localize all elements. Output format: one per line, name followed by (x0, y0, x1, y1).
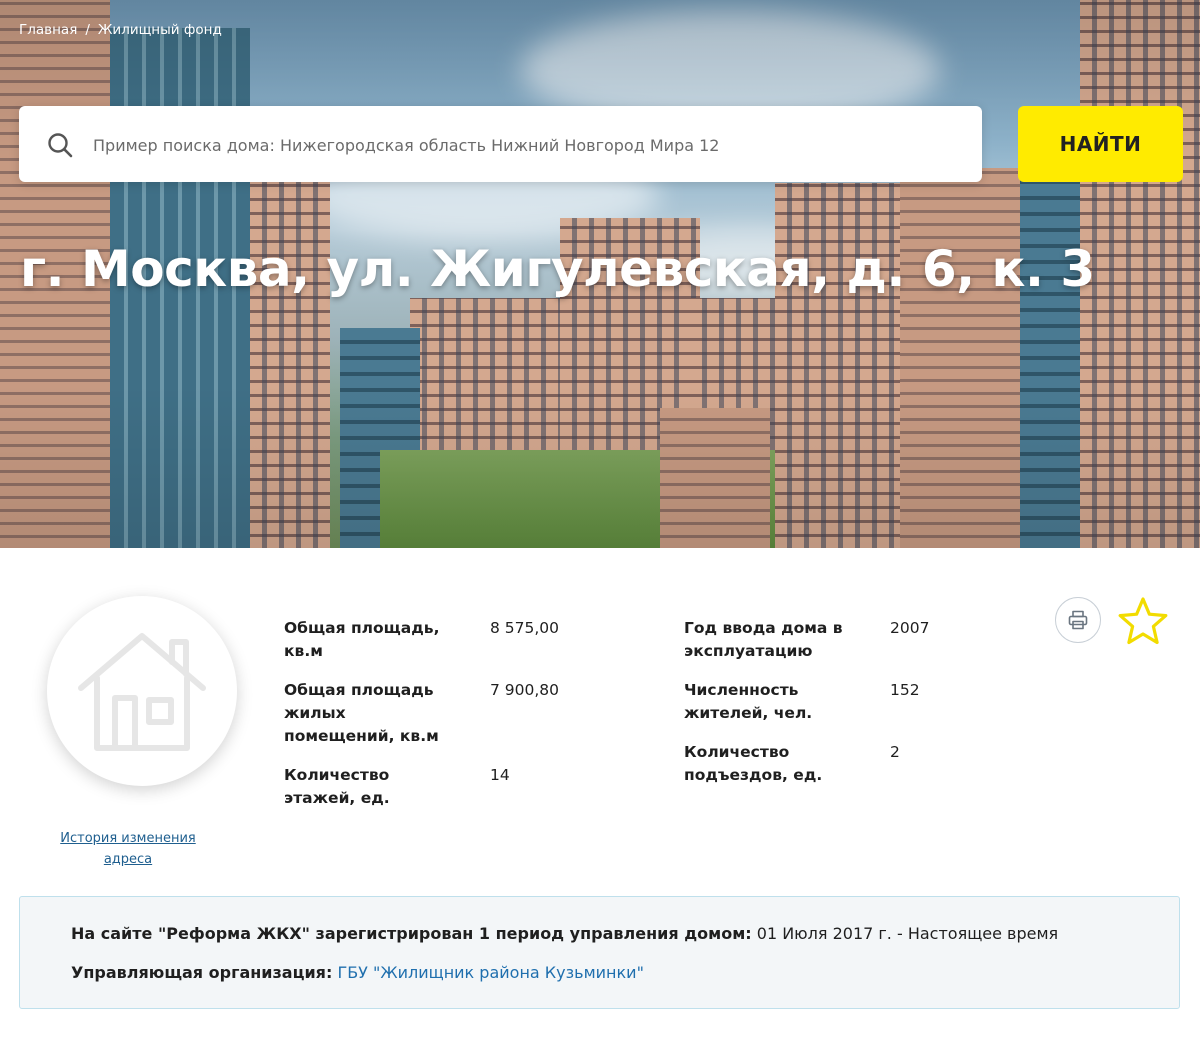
search-input[interactable] (91, 126, 955, 164)
management-period-label: На сайте "Реформа ЖКХ" зарегистрирован 1… (71, 924, 752, 943)
breadcrumb-current-link[interactable]: Жилищный фонд (98, 22, 222, 38)
management-period-value: 01 Июля 2017 г. - Настоящее время (756, 924, 1059, 943)
stat-floors-value: 14 (490, 766, 510, 784)
stat-residents-label: Численность жителей, чел. (684, 681, 813, 722)
stat-total-area-label: Общая площадь, кв.м (284, 619, 440, 660)
address-history-link[interactable]: История изменения адреса (40, 828, 216, 870)
house-icon (78, 633, 206, 751)
stat-year-label: Год ввода дома в эксплуатацию (684, 619, 843, 660)
page-title: г. Москва, ул. Жигулевская, д. 6, к. 3 (20, 240, 1095, 298)
house-photo-placeholder (47, 596, 237, 786)
printer-icon (1068, 610, 1088, 630)
management-org-label: Управляющая организация: (71, 963, 333, 982)
stat-year-value: 2007 (890, 619, 930, 637)
management-org-line: Управляющая организация: ГБУ "Жилищник р… (71, 963, 644, 982)
search-icon (48, 133, 73, 158)
stat-entrances-label: Количество подъездов, ед. (684, 743, 823, 784)
breadcrumb-home-link[interactable]: Главная (19, 22, 77, 38)
star-icon[interactable] (1117, 596, 1169, 646)
stat-living-area-value: 7 900,80 (490, 681, 560, 699)
stat-residents-value: 152 (890, 681, 920, 699)
print-button[interactable] (1055, 597, 1101, 643)
stat-living-area-label: Общая площадь жилых помещений, кв.м (284, 681, 439, 745)
search-box (19, 106, 982, 182)
stat-entrances-value: 2 (890, 743, 900, 761)
stat-floors-label: Количество этажей, ед. (284, 766, 390, 807)
management-notice: На сайте "Реформа ЖКХ" зарегистрирован 1… (19, 896, 1180, 1009)
breadcrumb: Главная / Жилищный фонд (19, 22, 222, 38)
find-button[interactable]: НАЙТИ (1018, 106, 1183, 182)
breadcrumb-separator: / (85, 22, 90, 38)
stat-total-area-value: 8 575,00 (490, 619, 560, 637)
management-org-link[interactable]: ГБУ "Жилищник района Кузьминки" (337, 963, 643, 982)
management-period-line: На сайте "Реформа ЖКХ" зарегистрирован 1… (71, 924, 1058, 943)
